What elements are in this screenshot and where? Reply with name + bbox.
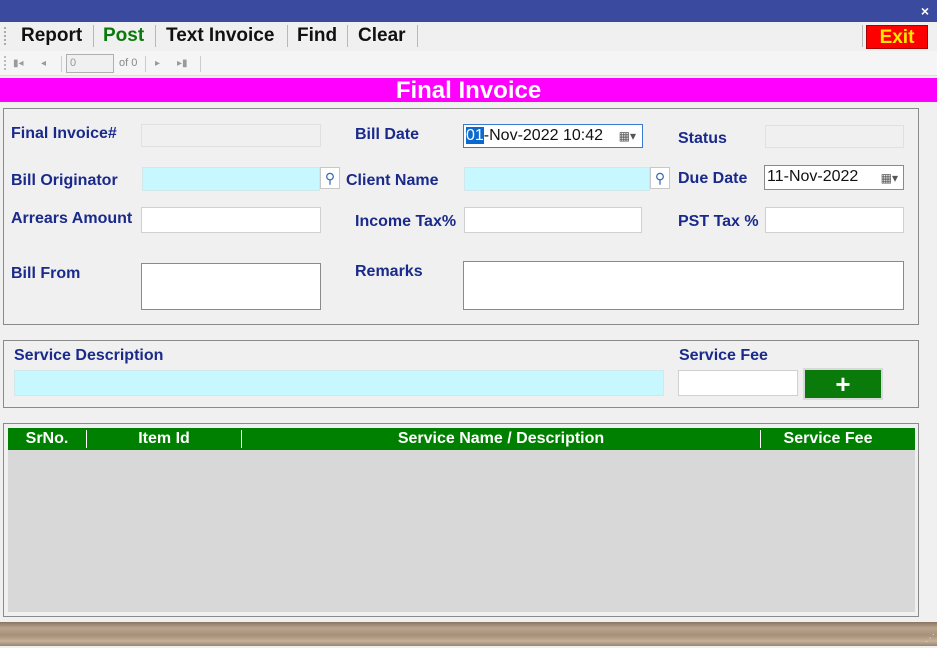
first-record-icon[interactable]: ▮◂ bbox=[13, 58, 24, 69]
next-record-icon[interactable]: ▸ bbox=[155, 58, 160, 69]
menu-separator bbox=[93, 25, 94, 47]
bill-originator-label: Bill Originator bbox=[11, 172, 118, 189]
footer-bar: ⋰ bbox=[0, 622, 937, 646]
column-header-service-name[interactable]: Service Name / Description bbox=[242, 428, 760, 450]
calendar-dropdown-icon[interactable]: ▦▾ bbox=[619, 125, 636, 147]
arrears-amount-field[interactable] bbox=[141, 207, 321, 233]
due-date-picker[interactable]: 11-Nov-2022 ▦▾ bbox=[764, 165, 904, 190]
arrears-amount-label: Arrears Amount bbox=[11, 210, 133, 227]
title-bar: × bbox=[0, 0, 937, 22]
service-fee-field[interactable] bbox=[678, 370, 798, 396]
income-tax-field[interactable] bbox=[464, 207, 642, 233]
menu-grip bbox=[4, 27, 8, 45]
grid-header: SrNo. Item Id Service Name / Description… bbox=[8, 428, 915, 450]
menu-bar: Report Post Text Invoice Find Clear bbox=[0, 22, 937, 50]
remarks-label: Remarks bbox=[355, 263, 423, 280]
final-invoice-field[interactable] bbox=[141, 124, 321, 147]
menu-separator bbox=[287, 25, 288, 47]
income-tax-label: Income Tax% bbox=[355, 213, 457, 230]
add-service-button[interactable]: + bbox=[803, 368, 883, 400]
column-header-srno[interactable]: SrNo. bbox=[8, 428, 86, 450]
client-name-label: Client Name bbox=[346, 172, 439, 189]
close-icon[interactable]: × bbox=[921, 3, 929, 19]
resize-grip-icon[interactable]: ⋰ bbox=[925, 633, 935, 644]
bill-from-textarea[interactable] bbox=[141, 263, 321, 310]
find-menu-item[interactable]: Find bbox=[297, 24, 337, 48]
status-label: Status bbox=[678, 130, 727, 147]
bill-from-label: Bill From bbox=[11, 265, 81, 282]
bill-date-value: -Nov-2022 10:42 bbox=[483, 127, 603, 144]
exit-button[interactable]: Exit bbox=[866, 25, 928, 49]
navigator-separator bbox=[61, 56, 62, 72]
record-navigator bbox=[0, 51, 937, 76]
clear-menu-item[interactable]: Clear bbox=[358, 24, 406, 48]
page-count-label: of 0 bbox=[119, 57, 138, 69]
navigator-separator bbox=[200, 56, 201, 72]
previous-record-icon[interactable]: ◂ bbox=[41, 58, 46, 69]
remarks-textarea[interactable] bbox=[463, 261, 904, 310]
column-header-service-fee[interactable]: Service Fee bbox=[761, 428, 895, 450]
pst-tax-label: PST Tax % bbox=[678, 213, 759, 230]
menu-separator bbox=[347, 25, 348, 47]
grid-body bbox=[8, 450, 915, 612]
menu-separator bbox=[862, 25, 863, 47]
client-name-search-icon[interactable]: ⚲ bbox=[650, 167, 670, 189]
post-menu-item[interactable]: Post bbox=[103, 24, 144, 48]
bill-originator-field[interactable] bbox=[142, 167, 320, 191]
bill-date-picker[interactable]: 01-Nov-2022 10:42 ▦▾ bbox=[463, 124, 643, 148]
menu-separator bbox=[155, 25, 156, 47]
page-title: Final Invoice bbox=[0, 78, 937, 104]
due-date-value: 11-Nov-2022 bbox=[767, 168, 859, 185]
page-number-input[interactable]: 0 bbox=[66, 54, 114, 73]
bill-originator-search-icon[interactable]: ⚲ bbox=[320, 167, 340, 189]
text-invoice-menu-item[interactable]: Text Invoice bbox=[166, 24, 274, 48]
column-header-item-id[interactable]: Item Id bbox=[87, 428, 241, 450]
due-date-label: Due Date bbox=[678, 170, 748, 187]
last-record-icon[interactable]: ▸▮ bbox=[177, 58, 188, 69]
bill-date-label: Bill Date bbox=[355, 126, 420, 143]
navigator-grip bbox=[4, 56, 8, 70]
final-invoice-label: Final Invoice# bbox=[11, 125, 117, 142]
client-name-field[interactable] bbox=[464, 167, 650, 191]
calendar-dropdown-icon[interactable]: ▦▾ bbox=[881, 167, 898, 189]
bill-date-day-selection: 01 bbox=[466, 127, 484, 144]
navigator-separator bbox=[145, 56, 146, 72]
service-description-field[interactable] bbox=[14, 370, 664, 396]
menu-separator bbox=[417, 25, 418, 47]
service-description-label: Service Description bbox=[14, 347, 164, 364]
report-menu-item[interactable]: Report bbox=[21, 24, 82, 48]
service-fee-label: Service Fee bbox=[679, 347, 768, 364]
pst-tax-field[interactable] bbox=[765, 207, 904, 233]
status-field[interactable] bbox=[765, 125, 904, 148]
